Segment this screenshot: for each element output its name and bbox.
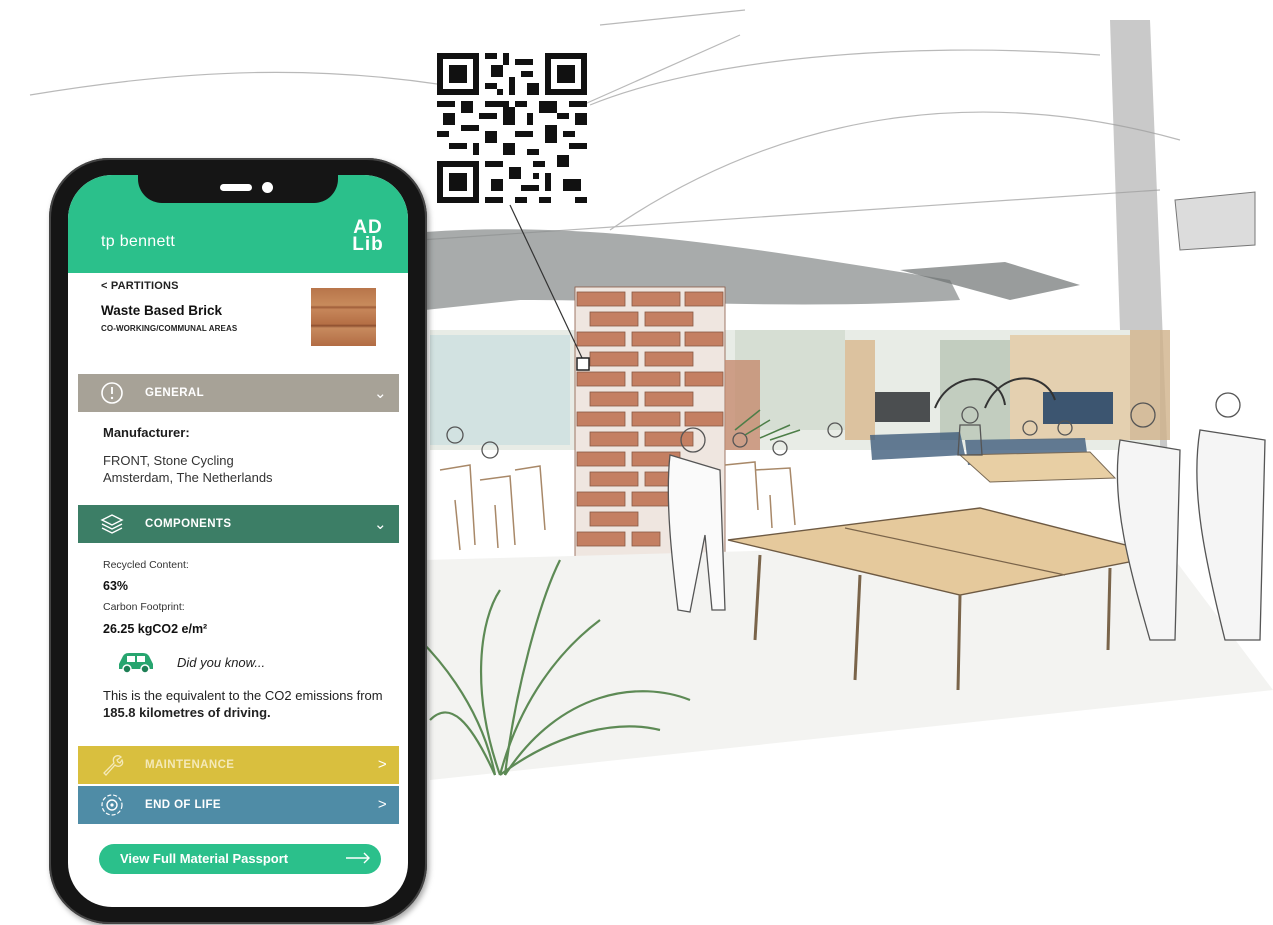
chevron-down-icon: ⌄ [374,516,387,533]
material-name: Waste Based Brick [101,303,223,318]
layers-icon [100,514,124,534]
section-maintenance-label: MAINTENANCE [145,759,235,771]
section-general-label: GENERAL [145,387,205,399]
adlib-logo-line2: Lib [352,234,384,255]
did-you-know-text: Did you know... [177,655,266,670]
qr-code[interactable] [437,53,587,203]
view-material-passport-button[interactable]: View Full Material Passport [99,844,381,874]
speaker-grill [220,184,252,191]
view-material-passport-label: View Full Material Passport [120,851,289,866]
manufacturer-line1: FRONT, Stone Cycling [103,453,234,468]
material-swatch-image [311,288,376,346]
adlib-logo[interactable]: AD Lib [348,218,388,255]
manufacturer-line2: Amsterdam, The Netherlands [103,470,273,485]
carbon-footprint-value: 26.25 kgCO2 e/m² [103,622,208,636]
carbon-footprint-label: Carbon Footprint: [103,601,185,613]
recycled-content-label: Recycled Content: [103,559,189,571]
back-link[interactable]: < PARTITIONS [101,280,179,292]
wrench-icon [103,755,124,776]
recycled-content-value: 63% [103,579,129,593]
section-components-header[interactable]: COMPONENTS ⌄ [78,505,399,543]
chevron-right-icon: > [377,796,387,813]
manufacturer-label: Manufacturer: [103,425,190,440]
chevron-right-icon: > [377,756,387,773]
co2-equivalent-distance: 185.8 kilometres of driving. [103,705,271,720]
section-end-of-life-label: END OF LIFE [145,799,221,811]
front-camera [262,182,273,193]
section-components-label: COMPONENTS [145,518,232,530]
info-icon [101,382,123,404]
section-general-header[interactable]: GENERAL ⌄ [78,374,399,412]
chevron-down-icon: ⌄ [374,385,387,402]
section-end-of-life-header[interactable]: END OF LIFE > [78,786,399,824]
arrow-right-icon [346,852,370,864]
car-icon [119,653,153,674]
material-area: CO-WORKING/COMMUNAL AREAS [101,324,238,333]
co2-equivalent-text: This is the equivalent to the CO2 emissi… [103,687,399,721]
phone-mockup: tp bennett AD Lib < PARTITIONS Waste Bas… [49,158,427,924]
co2-equivalent-prefix: This is the equivalent to the CO2 emissi… [103,688,383,703]
phone-notch [138,175,338,203]
phone-screen: tp bennett AD Lib < PARTITIONS Waste Bas… [68,175,408,907]
manufacturer-value: FRONT, Stone Cycling Amsterdam, The Neth… [103,452,393,486]
cycle-icon [101,794,123,816]
brand-name: tp bennett [101,233,176,250]
section-maintenance-header[interactable]: MAINTENANCE > [78,746,399,784]
